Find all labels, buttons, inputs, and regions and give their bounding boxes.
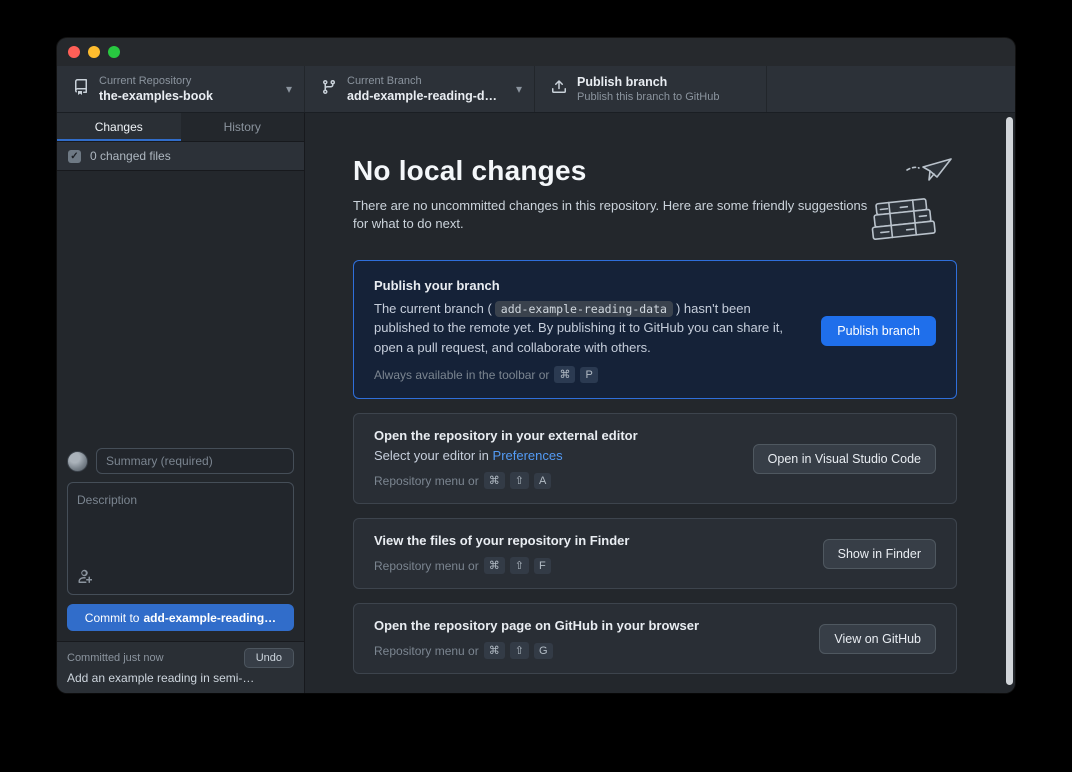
p-key: P: [580, 367, 597, 383]
undo-button[interactable]: Undo: [244, 648, 294, 668]
editor-card-hint: Repository menu or ⌘ ⇧ A: [374, 472, 731, 489]
finder-card-hint: Repository menu or ⌘ ⇧ F: [374, 557, 801, 574]
f-key: F: [534, 558, 551, 574]
publish-branch-title: Publish branch: [577, 74, 719, 90]
publish-card-hint: Always available in the toolbar or ⌘ P: [374, 366, 799, 383]
shift-key: ⇧: [510, 642, 529, 659]
commit-status: Committed just now: [67, 652, 164, 664]
finder-card-title: View the files of your repository in Fin…: [374, 533, 801, 548]
preferences-link[interactable]: Preferences: [493, 448, 563, 463]
commit-button-branch: add-example-reading…: [143, 611, 276, 625]
current-repository-button[interactable]: Current Repository the-examples-book ▾: [57, 66, 305, 112]
scrollbar-thumb[interactable]: [1006, 117, 1013, 685]
publish-branch-card: Publish your branch The current branch (…: [353, 260, 957, 400]
github-card: Open the repository page on GitHub in yo…: [353, 603, 957, 674]
close-button[interactable]: [68, 46, 80, 58]
undo-bar: Committed just now Undo Add an example r…: [57, 641, 304, 693]
changed-files-header: ✓ 0 changed files: [57, 142, 304, 171]
commit-summary-input[interactable]: [96, 448, 294, 474]
current-repository-label: Current Repository: [99, 74, 213, 88]
current-branch-value: add-example-reading-d…: [347, 88, 497, 104]
shift-key: ⇧: [510, 557, 529, 574]
commit-form: Description Commit to add-example-readin…: [57, 438, 304, 641]
github-card-hint: Repository menu or ⌘ ⇧ G: [374, 642, 797, 659]
publish-branch-toolbar-button[interactable]: Publish branch Publish this branch to Gi…: [535, 66, 767, 112]
toolbar: Current Repository the-examples-book ▾ C…: [57, 66, 1015, 113]
changes-list-empty: [57, 171, 304, 438]
cmd-key: ⌘: [554, 366, 575, 383]
github-desktop-window: Current Repository the-examples-book ▾ C…: [57, 38, 1015, 693]
external-editor-card: Open the repository in your external edi…: [353, 413, 957, 504]
publish-branch-button[interactable]: Publish branch: [821, 316, 936, 346]
current-branch-button[interactable]: Current Branch add-example-reading-d… ▾: [305, 66, 535, 112]
cmd-key: ⌘: [484, 472, 505, 489]
github-card-title: Open the repository page on GitHub in yo…: [374, 618, 797, 633]
page-subtitle: There are no uncommitted changes in this…: [353, 197, 871, 234]
chevron-down-icon: ▾: [516, 82, 522, 96]
select-all-checkbox[interactable]: ✓: [68, 150, 81, 163]
titlebar: [57, 38, 1015, 66]
avatar: [67, 451, 88, 472]
publish-card-body-pre: The current branch (: [374, 301, 492, 316]
zoom-button[interactable]: [108, 46, 120, 58]
chevron-down-icon: ▾: [286, 82, 292, 96]
open-in-editor-button[interactable]: Open in Visual Studio Code: [753, 444, 936, 474]
a-key: A: [534, 473, 551, 489]
commit-description-field[interactable]: Description: [67, 482, 294, 595]
editor-card-title: Open the repository in your external edi…: [374, 428, 731, 443]
finder-hint-text: Repository menu or: [374, 559, 479, 573]
changed-files-count: 0 changed files: [90, 149, 171, 163]
view-on-github-button[interactable]: View on GitHub: [819, 624, 936, 654]
show-in-finder-button[interactable]: Show in Finder: [823, 539, 936, 569]
no-changes-illustration: [865, 157, 955, 248]
publish-card-body: The current branch (add-example-reading-…: [374, 299, 799, 358]
changes-history-tabs: Changes History: [57, 113, 304, 142]
repo-icon: [73, 79, 89, 100]
editor-hint-text: Repository menu or: [374, 474, 479, 488]
editor-card-line: Select your editor in Preferences: [374, 448, 731, 463]
branch-name-code: add-example-reading-data: [495, 301, 673, 317]
publish-hint-text: Always available in the toolbar or: [374, 368, 549, 382]
publish-branch-subtitle: Publish this branch to GitHub: [577, 90, 719, 104]
tab-history[interactable]: History: [181, 113, 305, 141]
finder-card: View the files of your repository in Fin…: [353, 518, 957, 589]
git-branch-icon: [321, 79, 337, 100]
minimize-button[interactable]: [88, 46, 100, 58]
upload-icon: [551, 79, 567, 100]
publish-card-title: Publish your branch: [374, 278, 799, 293]
current-branch-label: Current Branch: [347, 74, 497, 88]
last-commit-message: Add an example reading in semi-…: [67, 671, 294, 685]
commit-description-placeholder: Description: [77, 493, 137, 507]
add-coauthor-icon[interactable]: [76, 567, 92, 588]
current-repository-value: the-examples-book: [99, 88, 213, 104]
editor-line-pre: Select your editor in: [374, 448, 489, 463]
github-hint-text: Repository menu or: [374, 644, 479, 658]
shift-key: ⇧: [510, 472, 529, 489]
main-content: No local changes There are no uncommitte…: [305, 113, 1015, 693]
cmd-key: ⌘: [484, 557, 505, 574]
commit-button-label: Commit to: [85, 611, 140, 625]
g-key: G: [534, 643, 553, 659]
cmd-key: ⌘: [484, 642, 505, 659]
tab-changes[interactable]: Changes: [57, 113, 181, 141]
sidebar: Changes History ✓ 0 changed files Descri…: [57, 113, 305, 693]
commit-button[interactable]: Commit to add-example-reading…: [67, 604, 294, 631]
